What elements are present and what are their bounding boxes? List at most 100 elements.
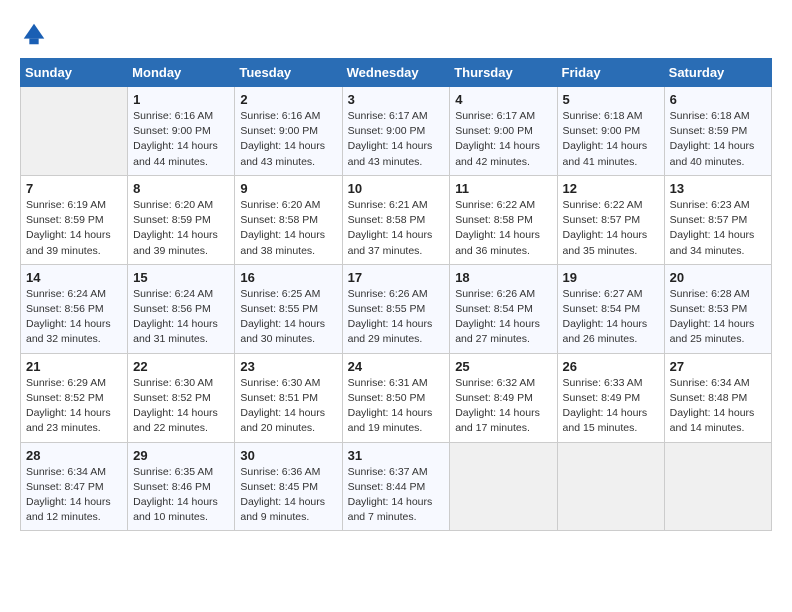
day-number: 31	[348, 448, 445, 463]
day-info: Sunrise: 6:24 AMSunset: 8:56 PMDaylight:…	[26, 287, 122, 348]
calendar-cell: 10 Sunrise: 6:21 AMSunset: 8:58 PMDayligh…	[342, 175, 450, 264]
day-info: Sunrise: 6:31 AMSunset: 8:50 PMDaylight:…	[348, 376, 445, 437]
calendar-cell: 27 Sunrise: 6:34 AMSunset: 8:48 PMDayligh…	[664, 353, 771, 442]
calendar-cell: 24 Sunrise: 6:31 AMSunset: 8:50 PMDayligh…	[342, 353, 450, 442]
page-header	[20, 20, 772, 48]
day-number: 23	[240, 359, 336, 374]
day-info: Sunrise: 6:21 AMSunset: 8:58 PMDaylight:…	[348, 198, 445, 259]
day-number: 12	[563, 181, 659, 196]
calendar-cell: 21Sunrise: 6:29 AMSunset: 8:52 PMDayligh…	[21, 353, 128, 442]
column-header-monday: Monday	[128, 59, 235, 87]
column-header-wednesday: Wednesday	[342, 59, 450, 87]
calendar-cell: 12 Sunrise: 6:22 AMSunset: 8:57 PMDayligh…	[557, 175, 664, 264]
day-number: 27	[670, 359, 766, 374]
day-info: Sunrise: 6:37 AMSunset: 8:44 PMDaylight:…	[348, 465, 445, 526]
calendar-cell	[450, 442, 557, 531]
day-info: Sunrise: 6:23 AMSunset: 8:57 PMDaylight:…	[670, 198, 766, 259]
calendar-header-row: SundayMondayTuesdayWednesdayThursdayFrid…	[21, 59, 772, 87]
day-number: 28	[26, 448, 122, 463]
calendar-week-row: 7 Sunrise: 6:19 AMSunset: 8:59 PMDaylight…	[21, 175, 772, 264]
calendar-cell	[21, 87, 128, 176]
day-number: 19	[563, 270, 659, 285]
day-info: Sunrise: 6:25 AMSunset: 8:55 PMDaylight:…	[240, 287, 336, 348]
day-info: Sunrise: 6:34 AMSunset: 8:48 PMDaylight:…	[670, 376, 766, 437]
calendar-cell: 15 Sunrise: 6:24 AMSunset: 8:56 PMDayligh…	[128, 264, 235, 353]
day-number: 10	[348, 181, 445, 196]
day-number: 20	[670, 270, 766, 285]
calendar-cell: 26 Sunrise: 6:33 AMSunset: 8:49 PMDayligh…	[557, 353, 664, 442]
day-number: 17	[348, 270, 445, 285]
day-info: Sunrise: 6:22 AMSunset: 8:58 PMDaylight:…	[455, 198, 551, 259]
calendar-cell: 23Sunrise: 6:30 AMSunset: 8:51 PMDayligh…	[235, 353, 342, 442]
day-info: Sunrise: 6:16 AMSunset: 9:00 PMDaylight:…	[133, 109, 229, 170]
calendar-cell: 3 Sunrise: 6:17 AMSunset: 9:00 PMDaylight…	[342, 87, 450, 176]
calendar-cell: 2 Sunrise: 6:16 AMSunset: 9:00 PMDaylight…	[235, 87, 342, 176]
day-number: 14	[26, 270, 122, 285]
day-info: Sunrise: 6:28 AMSunset: 8:53 PMDaylight:…	[670, 287, 766, 348]
calendar-cell	[557, 442, 664, 531]
calendar-cell: 6 Sunrise: 6:18 AMSunset: 8:59 PMDaylight…	[664, 87, 771, 176]
day-number: 1	[133, 92, 229, 107]
day-number: 7	[26, 181, 122, 196]
calendar-cell	[664, 442, 771, 531]
calendar-cell: 29Sunrise: 6:35 AMSunset: 8:46 PMDayligh…	[128, 442, 235, 531]
day-info: Sunrise: 6:17 AMSunset: 9:00 PMDaylight:…	[348, 109, 445, 170]
day-info: Sunrise: 6:33 AMSunset: 8:49 PMDaylight:…	[563, 376, 659, 437]
calendar-cell: 31 Sunrise: 6:37 AMSunset: 8:44 PMDayligh…	[342, 442, 450, 531]
calendar-cell: 13 Sunrise: 6:23 AMSunset: 8:57 PMDayligh…	[664, 175, 771, 264]
calendar-cell: 22 Sunrise: 6:30 AMSunset: 8:52 PMDayligh…	[128, 353, 235, 442]
day-number: 30	[240, 448, 336, 463]
day-info: Sunrise: 6:27 AMSunset: 8:54 PMDaylight:…	[563, 287, 659, 348]
day-number: 5	[563, 92, 659, 107]
day-number: 22	[133, 359, 229, 374]
day-info: Sunrise: 6:20 AMSunset: 8:58 PMDaylight:…	[240, 198, 336, 259]
day-info: Sunrise: 6:32 AMSunset: 8:49 PMDaylight:…	[455, 376, 551, 437]
calendar-cell: 20 Sunrise: 6:28 AMSunset: 8:53 PMDayligh…	[664, 264, 771, 353]
calendar-cell: 7 Sunrise: 6:19 AMSunset: 8:59 PMDaylight…	[21, 175, 128, 264]
day-info: Sunrise: 6:20 AMSunset: 8:59 PMDaylight:…	[133, 198, 229, 259]
column-header-sunday: Sunday	[21, 59, 128, 87]
calendar-cell: 16Sunrise: 6:25 AMSunset: 8:55 PMDayligh…	[235, 264, 342, 353]
day-number: 13	[670, 181, 766, 196]
day-info: Sunrise: 6:26 AMSunset: 8:54 PMDaylight:…	[455, 287, 551, 348]
day-number: 4	[455, 92, 551, 107]
calendar-cell: 5Sunrise: 6:18 AMSunset: 9:00 PMDaylight…	[557, 87, 664, 176]
day-number: 3	[348, 92, 445, 107]
logo-icon	[20, 20, 48, 48]
day-info: Sunrise: 6:18 AMSunset: 8:59 PMDaylight:…	[670, 109, 766, 170]
day-number: 29	[133, 448, 229, 463]
calendar-cell: 1 Sunrise: 6:16 AMSunset: 9:00 PMDaylight…	[128, 87, 235, 176]
calendar-cell: 14 Sunrise: 6:24 AMSunset: 8:56 PMDayligh…	[21, 264, 128, 353]
column-header-tuesday: Tuesday	[235, 59, 342, 87]
day-number: 8	[133, 181, 229, 196]
day-number: 21	[26, 359, 122, 374]
day-number: 11	[455, 181, 551, 196]
calendar-table: SundayMondayTuesdayWednesdayThursdayFrid…	[20, 58, 772, 531]
calendar-cell: 18Sunrise: 6:26 AMSunset: 8:54 PMDayligh…	[450, 264, 557, 353]
day-info: Sunrise: 6:34 AMSunset: 8:47 PMDaylight:…	[26, 465, 122, 526]
calendar-cell: 28 Sunrise: 6:34 AMSunset: 8:47 PMDayligh…	[21, 442, 128, 531]
column-header-saturday: Saturday	[664, 59, 771, 87]
day-info: Sunrise: 6:19 AMSunset: 8:59 PMDaylight:…	[26, 198, 122, 259]
calendar-cell: 17 Sunrise: 6:26 AMSunset: 8:55 PMDayligh…	[342, 264, 450, 353]
calendar-cell: 25Sunrise: 6:32 AMSunset: 8:49 PMDayligh…	[450, 353, 557, 442]
day-info: Sunrise: 6:26 AMSunset: 8:55 PMDaylight:…	[348, 287, 445, 348]
day-number: 9	[240, 181, 336, 196]
day-info: Sunrise: 6:30 AMSunset: 8:52 PMDaylight:…	[133, 376, 229, 437]
day-info: Sunrise: 6:36 AMSunset: 8:45 PMDaylight:…	[240, 465, 336, 526]
calendar-cell: 19 Sunrise: 6:27 AMSunset: 8:54 PMDayligh…	[557, 264, 664, 353]
calendar-cell: 30 Sunrise: 6:36 AMSunset: 8:45 PMDayligh…	[235, 442, 342, 531]
day-info: Sunrise: 6:16 AMSunset: 9:00 PMDaylight:…	[240, 109, 336, 170]
day-info: Sunrise: 6:22 AMSunset: 8:57 PMDaylight:…	[563, 198, 659, 259]
day-info: Sunrise: 6:24 AMSunset: 8:56 PMDaylight:…	[133, 287, 229, 348]
day-number: 6	[670, 92, 766, 107]
day-number: 2	[240, 92, 336, 107]
calendar-cell: 4Sunrise: 6:17 AMSunset: 9:00 PMDaylight…	[450, 87, 557, 176]
column-header-friday: Friday	[557, 59, 664, 87]
logo	[20, 20, 52, 48]
calendar-cell: 8 Sunrise: 6:20 AMSunset: 8:59 PMDaylight…	[128, 175, 235, 264]
day-number: 15	[133, 270, 229, 285]
calendar-week-row: 21Sunrise: 6:29 AMSunset: 8:52 PMDayligh…	[21, 353, 772, 442]
day-number: 26	[563, 359, 659, 374]
day-number: 24	[348, 359, 445, 374]
